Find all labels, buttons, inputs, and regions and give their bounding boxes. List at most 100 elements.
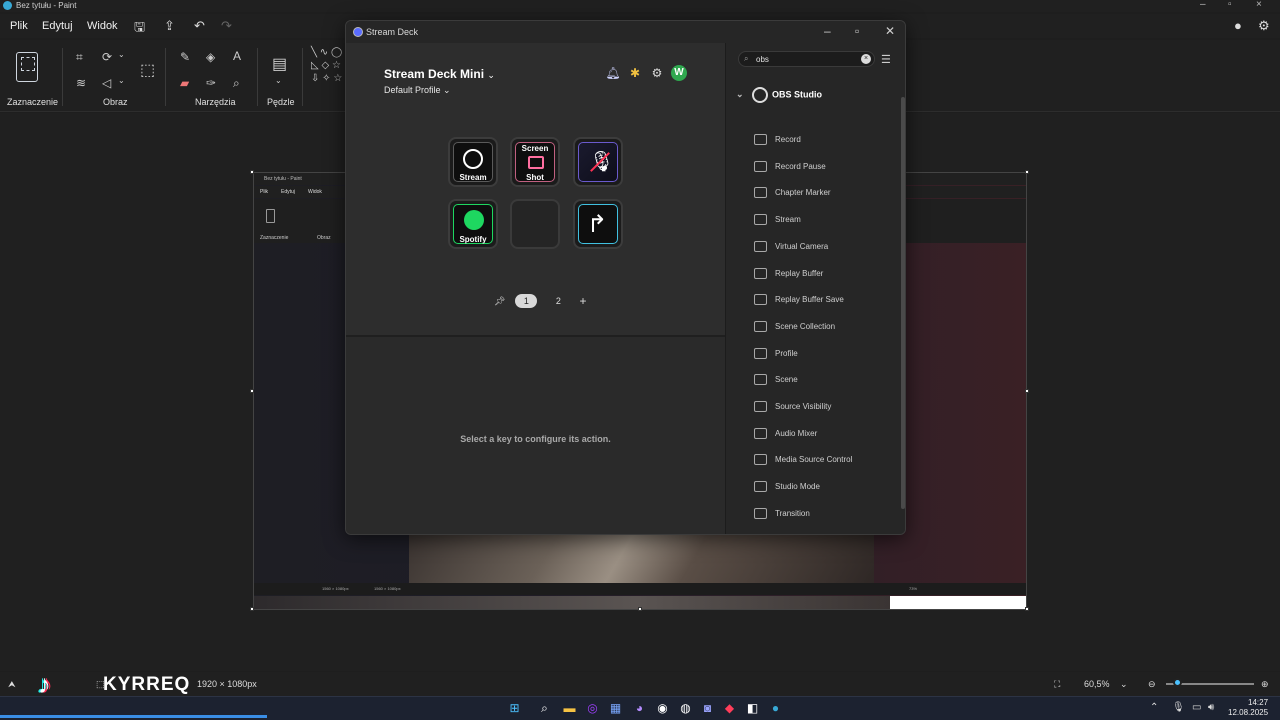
profile-selector[interactable]: Default Profile ⌄: [384, 85, 451, 96]
fill-icon[interactable]: ◈: [206, 50, 215, 64]
zoom-slider-thumb[interactable]: [1173, 678, 1182, 687]
menu-file[interactable]: Plik: [10, 20, 28, 32]
action-item[interactable]: Media Source Control: [754, 451, 894, 471]
rotate-icon[interactable]: ⟳: [102, 50, 112, 64]
discord-icon[interactable]: ◕: [632, 701, 647, 716]
tray-overflow-icon[interactable]: ⌃: [1150, 702, 1158, 713]
magnifier-icon[interactable]: ⌕: [233, 76, 240, 91]
eraser-icon[interactable]: ▰: [180, 76, 189, 90]
undo-icon[interactable]: ↶: [194, 18, 205, 34]
selection-tool-icon[interactable]: [16, 52, 38, 82]
display-icon[interactable]: ▭: [1192, 702, 1201, 713]
action-item[interactable]: Scene Collection: [754, 318, 894, 338]
device-selector[interactable]: Stream Deck Mini ⌄: [384, 67, 495, 81]
clock[interactable]: 14:27 12.08.2025: [1228, 698, 1268, 718]
action-item[interactable]: Source Visibility: [754, 398, 894, 418]
action-item[interactable]: Studio Mode: [754, 478, 894, 498]
clear-search-icon[interactable]: ×: [861, 54, 871, 64]
chevron-down-icon[interactable]: ⌄: [118, 50, 125, 59]
action-item[interactable]: Replay Buffer Save: [754, 291, 894, 311]
settings-icon[interactable]: ⚙: [1258, 18, 1270, 34]
volume-icon[interactable]: 🔊︎: [1208, 702, 1214, 713]
color-picker-icon[interactable]: ✑: [206, 76, 216, 90]
crop-icon[interactable]: ⌗: [76, 50, 83, 65]
minimize-button[interactable]: –: [1200, 0, 1206, 10]
file-explorer-icon[interactable]: ▬: [562, 701, 577, 716]
pencil-icon[interactable]: ✎: [180, 50, 190, 64]
page-1-button[interactable]: 1: [515, 294, 538, 308]
app-icon[interactable]: ◧: [745, 701, 760, 716]
sd-minimize-button[interactable]: –: [824, 24, 831, 38]
steam-icon[interactable]: ◉: [655, 701, 670, 716]
action-item[interactable]: Virtual Camera: [754, 238, 894, 258]
marketplace-icon[interactable]: ✱: [627, 65, 643, 81]
share-icon[interactable]: ⇪: [164, 18, 175, 34]
action-item[interactable]: Stream: [754, 211, 894, 231]
streamdeck-icon[interactable]: ◙: [700, 701, 715, 716]
action-item[interactable]: Replay Buffer: [754, 265, 894, 285]
list-view-icon[interactable]: ☰: [881, 53, 891, 66]
opera-gx-icon[interactable]: ◎: [585, 701, 600, 716]
resize-handle[interactable]: [250, 607, 254, 611]
menu-edit[interactable]: Edytuj: [42, 20, 73, 32]
microphone-icon[interactable]: 🎙︎: [1172, 702, 1185, 713]
action-item[interactable]: Record: [754, 131, 894, 151]
resize-handle[interactable]: [250, 389, 254, 393]
key-forward[interactable]: ↱: [573, 199, 623, 249]
key-stream[interactable]: Stream: [448, 137, 498, 187]
action-item[interactable]: Filter: [754, 532, 894, 535]
notification-bell-icon[interactable]: 🔔︎: [605, 65, 621, 81]
sidebar-scrollbar[interactable]: [901, 97, 905, 509]
resize-handle[interactable]: [1025, 389, 1029, 393]
resize-handle[interactable]: [1025, 607, 1029, 611]
key-empty[interactable]: [510, 199, 560, 249]
page-2-button[interactable]: 2: [547, 294, 569, 308]
resize-handle[interactable]: [638, 607, 642, 611]
chevron-down-icon[interactable]: ⌄: [1120, 679, 1128, 690]
image-select-icon[interactable]: ⬚: [140, 60, 155, 80]
sd-maximize-button[interactable]: ▫: [855, 24, 859, 38]
zoom-out-icon[interactable]: ⊖: [1148, 679, 1156, 690]
sd-close-button[interactable]: ✕: [885, 24, 895, 38]
avatar[interactable]: W: [671, 65, 687, 81]
action-search[interactable]: ⌕ ×: [738, 51, 875, 67]
resize-handle[interactable]: [250, 170, 254, 174]
shapes-gallery-icon[interactable]: ╲ ∿ ◯ ◺ ◇ ☆ ⇩ ✧ ☆: [311, 46, 342, 85]
account-icon[interactable]: ●: [1234, 18, 1242, 33]
action-item[interactable]: Profile: [754, 345, 894, 365]
chevron-down-icon[interactable]: ⌄: [118, 76, 125, 85]
brush-icon[interactable]: ▤: [272, 54, 287, 74]
notepad-icon[interactable]: ▦: [608, 701, 623, 716]
resize-handle[interactable]: [1025, 170, 1029, 174]
search-input[interactable]: [756, 53, 856, 65]
close-button[interactable]: ×: [1256, 0, 1262, 10]
save-icon[interactable]: 🖫: [134, 18, 145, 40]
paint-icon[interactable]: ●: [768, 701, 783, 716]
search-icon[interactable]: ⌕: [537, 701, 552, 716]
text-icon[interactable]: A: [233, 49, 241, 63]
redo-icon[interactable]: ↷: [221, 18, 232, 34]
action-item[interactable]: Chapter Marker: [754, 184, 894, 204]
action-item[interactable]: Audio Mixer: [754, 425, 894, 445]
add-page-icon[interactable]: +: [579, 294, 586, 308]
action-item[interactable]: Scene: [754, 371, 894, 391]
key-spotify[interactable]: Spotify: [448, 199, 498, 249]
app-icon[interactable]: ◆: [722, 701, 737, 716]
obs-icon[interactable]: ◍: [678, 701, 693, 716]
zoom-in-icon[interactable]: ⊕: [1261, 679, 1269, 690]
resize-icon[interactable]: ≋: [76, 76, 86, 90]
action-item[interactable]: Transition: [754, 505, 894, 525]
category-obs-studio[interactable]: ⌄ OBS Studio: [736, 87, 822, 103]
key-mic-mute[interactable]: 🎙︎: [573, 137, 623, 187]
pin-icon[interactable]: 📌︎: [494, 296, 505, 307]
zoom-level[interactable]: 60,5%: [1084, 679, 1110, 689]
chevron-down-icon[interactable]: ⌄: [275, 76, 282, 85]
maximize-button[interactable]: ▫: [1228, 0, 1232, 10]
flip-icon[interactable]: ◁: [102, 76, 111, 90]
fit-to-window-icon[interactable]: ⛶: [1054, 679, 1060, 690]
settings-icon[interactable]: ⚙: [649, 65, 665, 81]
key-screenshot[interactable]: Screen Shot: [510, 137, 560, 187]
start-icon[interactable]: ⊞: [507, 701, 522, 716]
action-item[interactable]: Record Pause: [754, 158, 894, 178]
menu-view[interactable]: Widok: [87, 20, 118, 32]
